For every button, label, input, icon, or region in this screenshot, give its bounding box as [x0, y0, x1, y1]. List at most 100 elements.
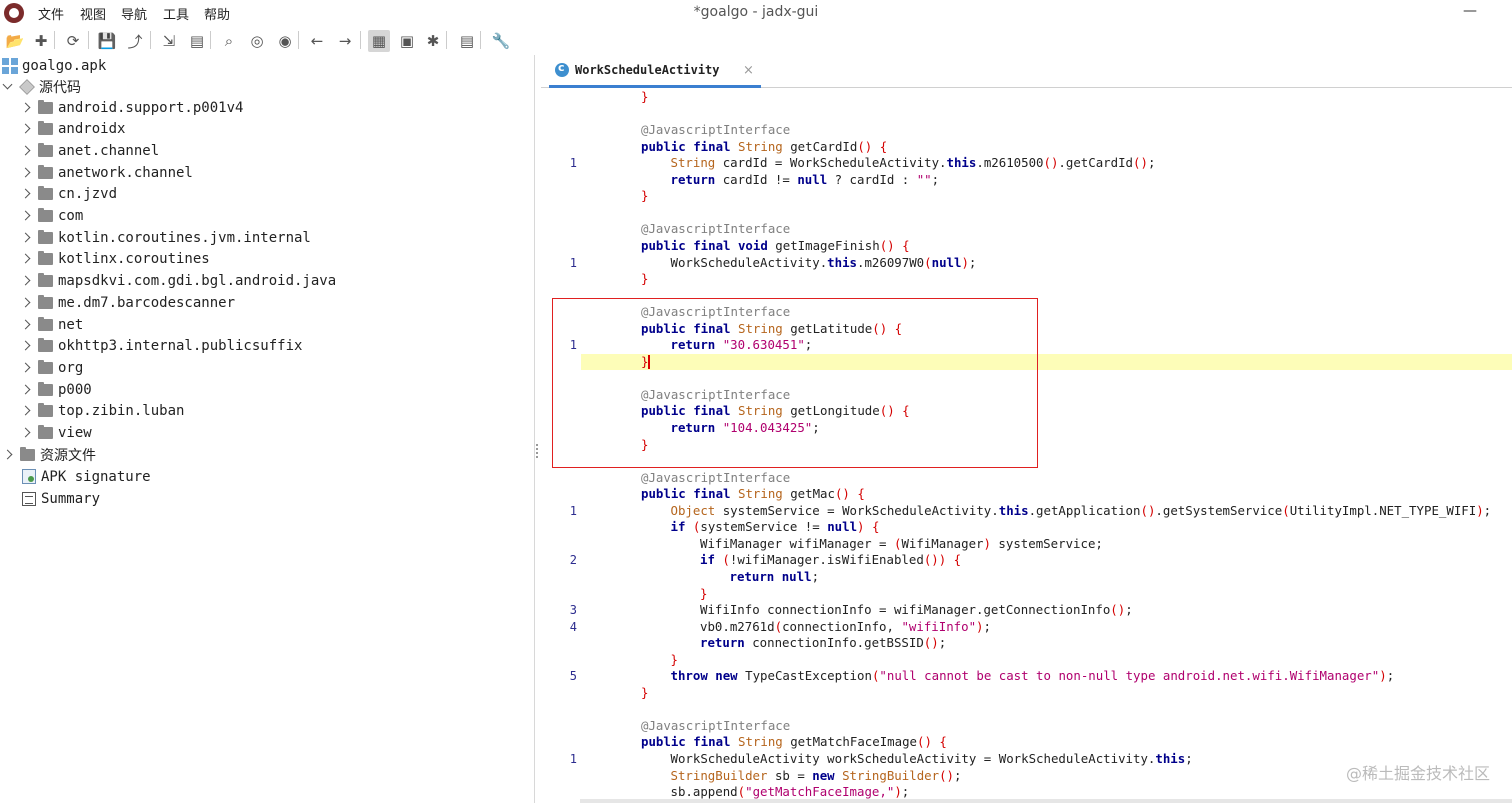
tree-package-label: com: [58, 208, 84, 224]
chevron-right-icon[interactable]: [20, 362, 32, 374]
menu-tools[interactable]: 工具: [163, 4, 189, 23]
code-token: () {: [879, 403, 910, 419]
folder-icon: [38, 142, 53, 157]
tree-package-item[interactable]: com: [20, 206, 83, 227]
forward-icon[interactable]: →: [334, 30, 356, 52]
chevron-right-icon[interactable]: [20, 340, 32, 352]
code-token: TypeCastException: [745, 668, 872, 684]
code-token: getLongitude: [790, 403, 880, 419]
tree-package-item[interactable]: cn.jzvd: [20, 184, 117, 205]
code-line: 1 String cardId = WorkScheduleActivity.th…: [541, 155, 1512, 172]
code-editor[interactable]: } @JavascriptInterface public final String…: [541, 89, 1512, 803]
menu-view[interactable]: 视图: [80, 4, 106, 23]
code-token: .getCardId: [1058, 155, 1134, 171]
tree-root-apk[interactable]: goalgo.apk: [2, 55, 106, 76]
tree-icon[interactable]: ▤: [186, 30, 208, 52]
minimize-button[interactable]: —: [1462, 3, 1478, 21]
code-line: @JavascriptInterface: [541, 387, 1512, 404]
tree-package-item[interactable]: p000: [20, 379, 92, 400]
chevron-right-icon[interactable]: [20, 384, 32, 396]
debug-icon[interactable]: ✱: [422, 30, 444, 52]
tree-package-item[interactable]: okhttp3.internal.publicsuffix: [20, 336, 302, 357]
chevron-down-icon[interactable]: [2, 81, 14, 93]
tree-package-item[interactable]: anetwork.channel: [20, 162, 193, 183]
menu-file[interactable]: 文件: [38, 4, 64, 23]
tree-package-item[interactable]: view: [20, 423, 92, 444]
tree-package-item[interactable]: anet.channel: [20, 140, 159, 161]
code-token: !wifiManager.isWifiEnabled: [729, 552, 924, 568]
code-line: }: [541, 437, 1512, 454]
chevron-right-icon[interactable]: [20, 232, 32, 244]
chevron-right-icon[interactable]: [20, 319, 32, 331]
code-token: () {: [879, 237, 910, 253]
project-tree: goalgo.apk 源代码 android.support.p001v4 and…: [0, 55, 535, 803]
tree-package-item[interactable]: kotlin.coroutines.jvm.internal: [20, 227, 311, 248]
code-text: public final String getMac() {: [641, 486, 865, 503]
code-text: public final void getImageFinish() {: [641, 238, 910, 255]
tree-package-item[interactable]: androidx: [20, 119, 125, 140]
tree-node-resources[interactable]: 资源文件: [2, 444, 96, 465]
tree-package-label: android.support.p001v4: [58, 99, 244, 116]
chevron-right-icon[interactable]: [20, 102, 32, 114]
splitter-handle[interactable]: [536, 444, 540, 458]
back-icon[interactable]: ←: [306, 30, 328, 52]
code-token: getCardId: [790, 138, 858, 154]
code-token: "30.630451": [722, 337, 805, 353]
chevron-right-icon[interactable]: [20, 145, 32, 157]
sync-icon[interactable]: ⟳: [62, 30, 84, 52]
code-token: if: [700, 552, 723, 568]
tree-package-item[interactable]: org: [20, 357, 83, 378]
code-token: }: [641, 436, 649, 452]
code-token: (): [923, 635, 939, 651]
tab-workscheduleactivity[interactable]: WorkScheduleActivity ×: [549, 55, 761, 88]
code-line: @JavascriptInterface: [541, 304, 1512, 321]
chevron-right-icon[interactable]: [20, 210, 32, 222]
tree-package-item[interactable]: kotlinx.coroutines: [20, 249, 210, 270]
code-text: WifiInfo connectionInfo = wifiManager.ge…: [700, 602, 1133, 619]
find-usage-icon[interactable]: ◎: [246, 30, 268, 52]
tree-node-summary[interactable]: Summary: [22, 488, 100, 509]
log-icon[interactable]: ▤: [456, 30, 478, 52]
close-icon[interactable]: ×: [743, 63, 754, 78]
chevron-right-icon[interactable]: [20, 405, 32, 417]
export-icon[interactable]: ⤴: [124, 30, 146, 52]
quick-tabs-icon[interactable]: ▣: [396, 30, 418, 52]
code-text: return connectionInfo.getBSSID();: [700, 635, 946, 652]
save-icon[interactable]: 💾: [96, 30, 118, 52]
tree-node-source[interactable]: 源代码: [2, 76, 81, 97]
find-class-icon[interactable]: ◉: [274, 30, 296, 52]
preferences-icon[interactable]: 🔧: [490, 30, 512, 52]
certificate-icon: [22, 469, 36, 484]
chevron-right-icon[interactable]: [20, 167, 32, 179]
tree-package-item[interactable]: me.dm7.barcodescanner: [20, 292, 235, 313]
menu-help[interactable]: 帮助: [204, 4, 230, 23]
chevron-right-icon[interactable]: [20, 188, 32, 200]
chevron-right-icon[interactable]: [20, 427, 32, 439]
code-text: @JavascriptInterface: [641, 387, 790, 404]
tree-node-apk-signature[interactable]: APK signature: [22, 466, 151, 487]
chevron-right-icon[interactable]: [2, 449, 14, 461]
code-line: }: [541, 685, 1512, 702]
code-token: getMatchFaceImage: [790, 734, 918, 750]
horizontal-scrollbar[interactable]: [580, 799, 1512, 803]
tree-package-item[interactable]: top.zibin.luban: [20, 401, 184, 422]
tree-package-item[interactable]: android.support.p001v4: [20, 97, 243, 118]
code-text: StringBuilder sb = new StringBuilder();: [671, 768, 962, 785]
decompile-icon[interactable]: ▦: [368, 30, 390, 52]
search-icon[interactable]: ⌕: [218, 30, 240, 52]
chevron-right-icon[interactable]: [20, 297, 32, 309]
chevron-right-icon[interactable]: [20, 275, 32, 287]
tree-resources-label: 资源文件: [40, 447, 96, 464]
tree-package-item[interactable]: mapsdkvi.com.gdi.bgl.android.java: [20, 271, 336, 292]
chevron-right-icon[interactable]: [20, 253, 32, 265]
code-line: if (systemService != null) {: [541, 519, 1512, 536]
open-folder-icon[interactable]: 📂: [4, 30, 26, 52]
add-files-icon[interactable]: ✚: [30, 30, 52, 52]
menu-navigation[interactable]: 导航: [121, 4, 147, 23]
tree-package-item[interactable]: net: [20, 314, 83, 335]
chevron-right-icon[interactable]: [20, 123, 32, 135]
expand-icon[interactable]: ⇲: [158, 30, 180, 52]
code-token: "getMatchFaceImage,": [745, 784, 895, 800]
code-line: 1 return "30.630451";: [541, 337, 1512, 354]
code-token: .getApplication: [1028, 502, 1141, 518]
